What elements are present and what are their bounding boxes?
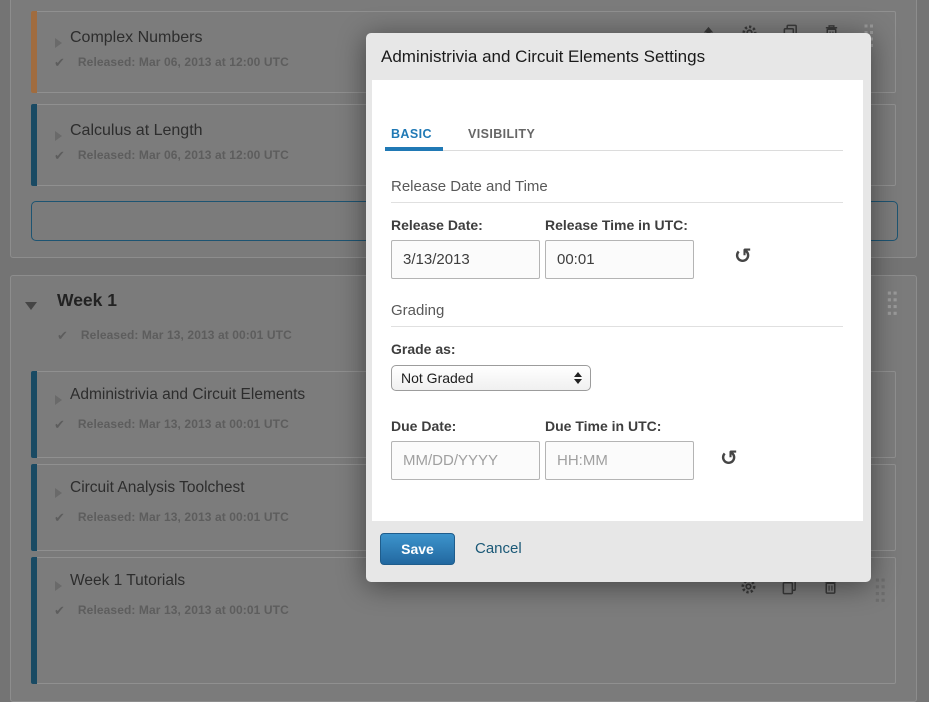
tab-visibility[interactable]: VISIBILITY	[468, 127, 535, 141]
release-text: Released: Mar 13, 2013 at 00:01 UTC	[78, 603, 289, 617]
grade-as-value: Not Graded	[392, 370, 574, 386]
grading-section-divider	[391, 326, 843, 327]
release-status: ✔ Released: Mar 06, 2013 at 12:00 UTC	[54, 148, 289, 162]
release-status: ✔ Released: Mar 13, 2013 at 00:01 UTC	[57, 328, 292, 342]
collapse-arrow-icon[interactable]	[25, 302, 37, 310]
grade-as-select[interactable]: Not Graded	[391, 365, 591, 391]
release-text: Released: Mar 13, 2013 at 00:01 UTC	[81, 328, 292, 342]
save-button[interactable]: Save	[380, 533, 455, 565]
due-time-input[interactable]	[545, 441, 694, 480]
expand-arrow-icon[interactable]	[55, 131, 62, 141]
row-accent-bar	[31, 11, 37, 93]
settings-modal: Administrivia and Circuit Elements Setti…	[366, 33, 871, 582]
modal-body: BASIC VISIBILITY Release Date and Time R…	[372, 80, 863, 521]
row-title: Week 1 Tutorials	[70, 572, 185, 590]
check-icon: ✔	[54, 418, 65, 431]
row-actions	[740, 578, 886, 605]
cancel-button[interactable]: Cancel	[475, 540, 522, 557]
section-title: Week 1	[57, 290, 117, 311]
modal-footer: Save Cancel	[366, 521, 871, 582]
check-icon: ✔	[57, 329, 68, 342]
check-icon: ✔	[54, 56, 65, 69]
check-icon: ✔	[54, 511, 65, 524]
row-accent-bar	[31, 557, 37, 684]
row-title: Calculus at Length	[70, 122, 203, 140]
active-tab-underline	[385, 147, 443, 151]
release-date-label: Release Date:	[391, 217, 483, 233]
release-text: Released: Mar 06, 2013 at 12:00 UTC	[78, 55, 289, 69]
reset-due-icon[interactable]: ↺	[720, 448, 738, 469]
reset-release-icon[interactable]: ↺	[734, 246, 752, 267]
modal-title: Administrivia and Circuit Elements Setti…	[381, 47, 705, 67]
row-accent-bar	[31, 464, 37, 551]
release-status: ✔ Released: Mar 13, 2013 at 00:01 UTC	[54, 603, 289, 617]
expand-arrow-icon[interactable]	[55, 488, 62, 498]
release-time-label: Release Time in UTC:	[545, 217, 688, 233]
check-icon: ✔	[54, 604, 65, 617]
row-accent-bar	[31, 371, 37, 458]
release-section-divider	[391, 202, 843, 203]
expand-arrow-icon[interactable]	[55, 38, 62, 48]
row-title: Administrivia and Circuit Elements	[70, 386, 305, 404]
release-status: ✔ Released: Mar 13, 2013 at 00:01 UTC	[54, 510, 289, 524]
due-time-label: Due Time in UTC:	[545, 418, 661, 434]
grade-as-label: Grade as:	[391, 341, 456, 357]
due-date-label: Due Date:	[391, 418, 456, 434]
release-status: ✔ Released: Mar 06, 2013 at 12:00 UTC	[54, 55, 289, 69]
drag-handle-icon[interactable]	[887, 291, 898, 318]
row-accent-bar	[31, 104, 37, 186]
release-time-input[interactable]	[545, 240, 694, 279]
expand-arrow-icon[interactable]	[55, 395, 62, 405]
release-text: Released: Mar 13, 2013 at 00:01 UTC	[78, 510, 289, 524]
release-section-heading: Release Date and Time	[391, 178, 548, 195]
tabs-divider	[391, 150, 843, 151]
release-text: Released: Mar 06, 2013 at 12:00 UTC	[78, 148, 289, 162]
check-icon: ✔	[54, 149, 65, 162]
release-text: Released: Mar 13, 2013 at 00:01 UTC	[78, 417, 289, 431]
expand-arrow-icon[interactable]	[55, 581, 62, 591]
row-title: Complex Numbers	[70, 29, 202, 47]
grading-section-heading: Grading	[391, 302, 444, 319]
select-stepper-icon	[574, 372, 590, 384]
release-status: ✔ Released: Mar 13, 2013 at 00:01 UTC	[54, 417, 289, 431]
tab-basic[interactable]: BASIC	[391, 127, 432, 141]
release-date-input[interactable]	[391, 240, 540, 279]
drag-handle-icon[interactable]	[875, 578, 886, 605]
due-date-input[interactable]	[391, 441, 540, 480]
row-title: Circuit Analysis Toolchest	[70, 479, 245, 497]
